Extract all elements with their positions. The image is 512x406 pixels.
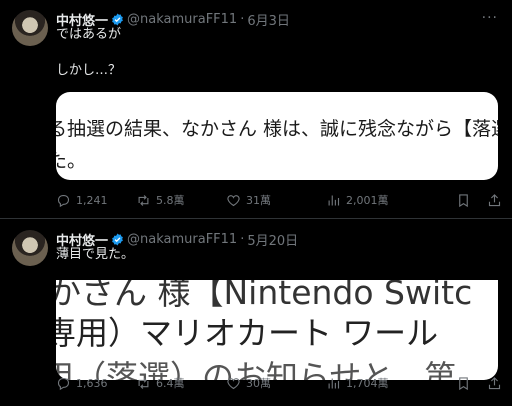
avatar[interactable] (12, 10, 48, 46)
retweet-icon (138, 377, 149, 389)
tweet-divider (0, 218, 512, 219)
tweet-image[interactable]: かさん 様【Nintendo Switc 専用）マリオカート ワール 用（落選）… (56, 280, 498, 380)
verified-badge-icon (112, 233, 123, 245)
author-handle[interactable]: @nakamuraFF11 (127, 12, 237, 27)
reply-icon (57, 377, 70, 390)
tweet-date[interactable]: 6月3日 (247, 10, 290, 29)
like-button[interactable]: 31萬 (226, 192, 326, 208)
views-count: 1,704萬 (346, 377, 389, 390)
reply-icon (57, 194, 70, 207)
views-count: 2,001萬 (346, 194, 389, 207)
like-count: 30萬 (246, 377, 271, 390)
heart-icon (227, 194, 240, 206)
image-text-line: 専用）マリオカート ワール (56, 314, 439, 352)
views-button[interactable]: 2,001萬 (326, 192, 444, 208)
heart-icon (227, 377, 240, 389)
image-text-line: た。 (56, 150, 87, 172)
reply-button[interactable]: 1,636 (56, 376, 136, 391)
retweet-button[interactable]: 6.4萬 (136, 375, 226, 391)
retweet-button[interactable]: 5.8萬 (136, 192, 226, 208)
retweet-icon (138, 194, 149, 206)
views-chart-icon (328, 378, 340, 388)
retweet-count: 5.8萬 (156, 194, 185, 207)
reply-count: 1,636 (76, 376, 108, 390)
tweet-text-line: ではあるが (56, 27, 122, 42)
image-text-line: る抽選の結果、なかさん 様は、誠に残念ながら【落選】 (56, 118, 498, 140)
tweet-text-line: しかし…？ (56, 63, 122, 78)
like-button[interactable]: 30萬 (226, 375, 326, 391)
verified-badge-icon (112, 13, 123, 25)
views-chart-icon (328, 195, 340, 205)
bookmark-icon[interactable] (456, 193, 471, 208)
reply-count: 1,241 (76, 193, 108, 207)
bookmark-icon[interactable] (456, 376, 471, 391)
retweet-count: 6.4萬 (156, 377, 185, 390)
like-count: 31萬 (246, 194, 271, 207)
tweet-image[interactable]: る抽選の結果、なかさん 様は、誠に残念ながら【落選】 た。 (56, 92, 498, 180)
avatar[interactable] (12, 230, 48, 266)
share-icon[interactable] (487, 376, 502, 391)
separator-dot: · (240, 231, 245, 247)
reply-button[interactable]: 1,241 (56, 193, 136, 208)
tweet-1[interactable]: 中村悠一 @nakamuraFF11 · 6月3日 ··· ではあるが しかし…… (0, 0, 512, 218)
tweet-2[interactable]: 中村悠一 @nakamuraFF11 · 5月20日 薄目で見た。 かさん 様【… (0, 220, 512, 406)
end-actions (456, 193, 502, 208)
tweet-text-line: 薄目で見た。 (56, 247, 135, 262)
end-actions (456, 376, 502, 391)
author-handle[interactable]: @nakamuraFF11 (127, 232, 237, 247)
tweet-date[interactable]: 5月20日 (247, 230, 298, 249)
views-button[interactable]: 1,704萬 (326, 375, 444, 391)
action-bar: 1,241 5.8萬 31萬 2,001萬 (56, 191, 502, 209)
more-options-icon[interactable]: ··· (482, 10, 498, 26)
action-bar: 1,636 6.4萬 30萬 1,704萬 (56, 374, 502, 392)
separator-dot: · (240, 11, 245, 27)
share-icon[interactable] (487, 193, 502, 208)
